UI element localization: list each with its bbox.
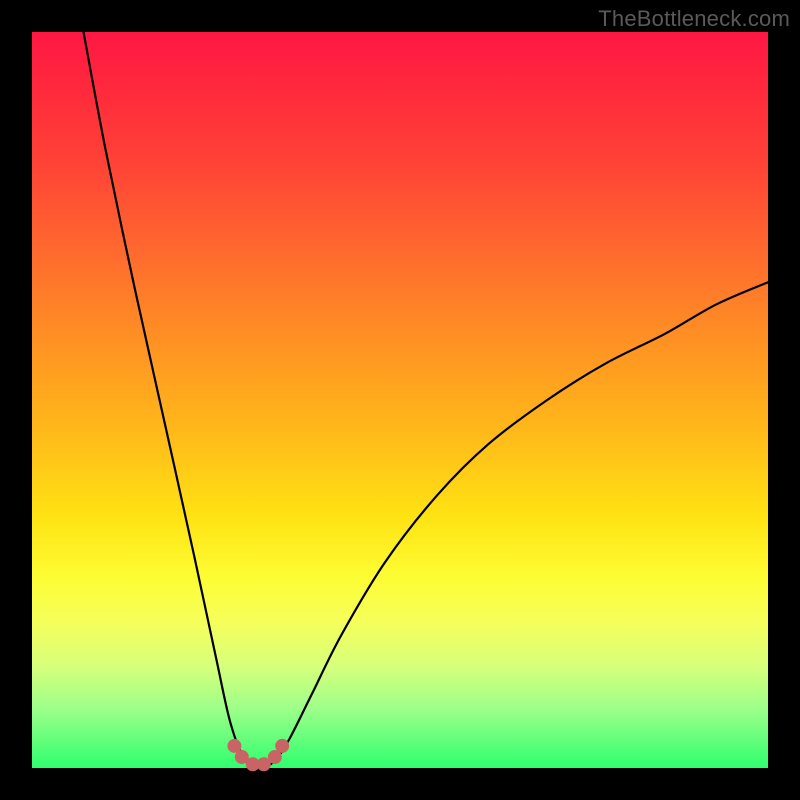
- watermark-text: TheBottleneck.com: [598, 6, 790, 32]
- trough-dots: [227, 739, 289, 771]
- chart-frame: TheBottleneck.com: [0, 0, 800, 800]
- trough-dot: [275, 739, 289, 753]
- trough-dots-layer: [32, 32, 768, 768]
